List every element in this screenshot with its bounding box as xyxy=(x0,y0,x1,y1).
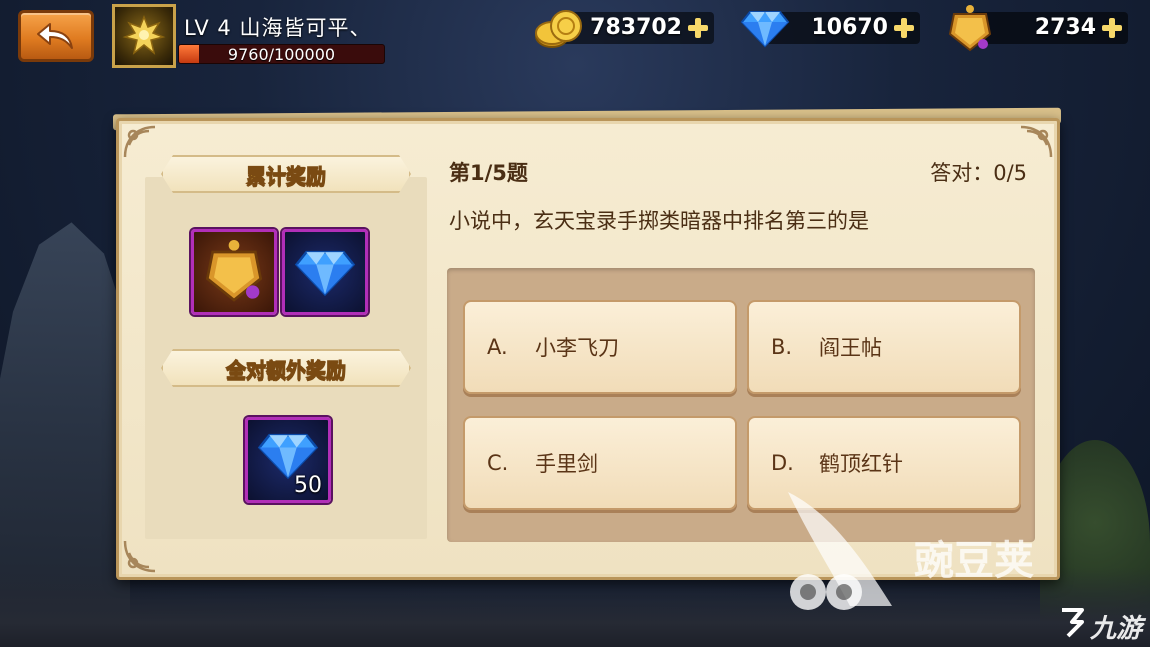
option-text: 鹤顶红针 xyxy=(819,452,903,476)
back-arrow-icon xyxy=(37,23,73,49)
option-letter: C. xyxy=(487,451,509,475)
option-a-button[interactable]: A. 小李飞刀 xyxy=(463,300,737,394)
corner-ornament-icon xyxy=(1020,125,1053,158)
option-letter: A. xyxy=(487,335,508,359)
gold-amount: 783702 xyxy=(590,15,682,40)
jiuyou-logo-icon xyxy=(1062,608,1084,638)
player-level-name: LV 4 山海皆可平、 xyxy=(184,16,372,40)
add-diamond-button[interactable] xyxy=(894,18,914,38)
add-gold-button[interactable] xyxy=(688,18,708,38)
question-text: 小说中，玄天宝录手掷类暗器中排名第三的是 xyxy=(449,209,869,233)
cumulative-reward-ribbon: 累计奖励 xyxy=(161,155,411,193)
correct-count: 答对：0/5 xyxy=(930,161,1027,185)
diamond-icon xyxy=(740,11,790,48)
watermark-logo-icon xyxy=(788,492,892,610)
option-text: 手里剑 xyxy=(535,452,598,476)
gold-coins-icon xyxy=(535,10,582,48)
bonus-item-count: 50 xyxy=(294,473,322,498)
experience-text: 9760/100000 xyxy=(227,44,336,64)
diamond-icon xyxy=(294,250,356,297)
add-token-button[interactable] xyxy=(1102,18,1122,38)
token-icon xyxy=(205,240,263,302)
option-b-button[interactable]: B. 阎王帖 xyxy=(747,300,1021,394)
bonus-reward-title: 全对额外奖励 xyxy=(226,357,346,382)
experience-bar: 9760/100000 xyxy=(178,44,385,64)
diamond-amount: 10670 xyxy=(811,15,888,40)
option-letter: D. xyxy=(771,451,794,475)
player-avatar[interactable] xyxy=(112,4,176,68)
option-text: 小李飞刀 xyxy=(535,336,619,360)
token-amount: 2734 xyxy=(1034,15,1096,40)
watermark-corner-text: 九游 xyxy=(1090,614,1143,644)
phoenix-emblem-icon xyxy=(122,14,166,55)
reward-item-diamond[interactable] xyxy=(282,229,368,315)
question-number: 第1/5题 xyxy=(449,161,528,185)
reward-item-token[interactable] xyxy=(191,229,277,315)
corner-ornament-icon xyxy=(123,125,156,158)
options-area: A. 小李飞刀 B. 阎王帖 C. 手里剑 D. 鹤顶红针 xyxy=(447,268,1035,542)
back-button[interactable] xyxy=(18,10,94,62)
option-c-button[interactable]: C. 手里剑 xyxy=(463,416,737,510)
watermark-text: 豌豆荚 xyxy=(914,538,1034,584)
bonus-reward-ribbon: 全对额外奖励 xyxy=(161,349,411,387)
bonus-item-diamond[interactable]: 50 xyxy=(245,417,331,503)
quiz-panel: 累计奖励 全对额外奖励 50 第1/5题 答对：0/5 小说中，玄天宝录手掷类暗… xyxy=(116,118,1060,580)
token-icon xyxy=(948,5,992,52)
option-text: 阎王帖 xyxy=(819,336,882,360)
corner-ornament-icon xyxy=(123,540,156,573)
option-letter: B. xyxy=(771,335,793,359)
cumulative-reward-title: 累计奖励 xyxy=(246,163,326,188)
currency-token: 2734 xyxy=(972,12,1128,44)
